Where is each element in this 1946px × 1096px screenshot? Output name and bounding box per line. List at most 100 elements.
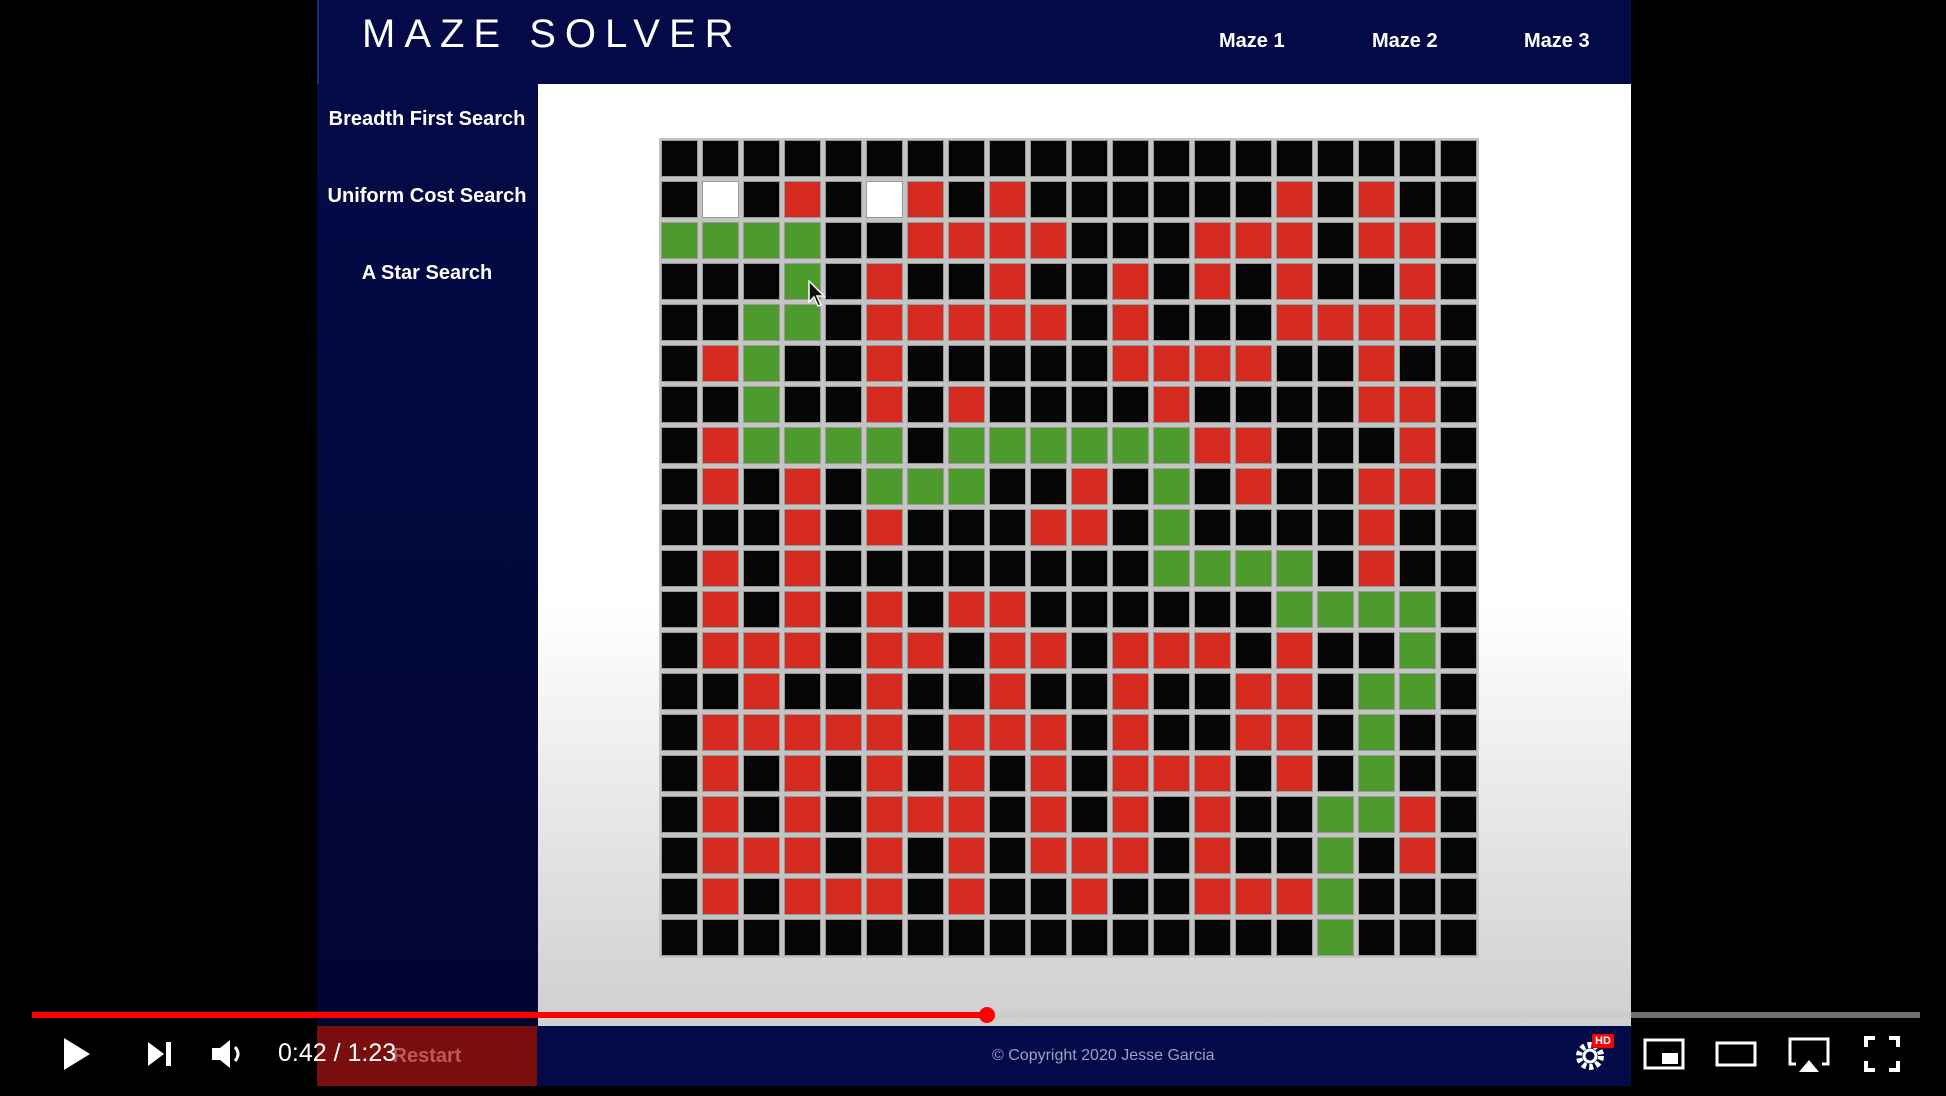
maze-cell-wall[interactable] [823, 466, 864, 507]
maze-cell-explored[interactable] [1028, 220, 1069, 261]
maze-cell-wall[interactable] [1192, 179, 1233, 220]
maze-cell-wall[interactable] [659, 343, 700, 384]
maze-cell-wall[interactable] [1192, 138, 1233, 179]
maze-cell-path[interactable] [1356, 753, 1397, 794]
maze-cell-explored[interactable] [987, 261, 1028, 302]
maze-cell-wall[interactable] [700, 138, 741, 179]
maze-cell-explored[interactable] [864, 753, 905, 794]
maze-cell-wall[interactable] [823, 630, 864, 671]
maze-cell-wall[interactable] [1438, 917, 1479, 958]
maze-cell-wall[interactable] [823, 835, 864, 876]
maze-cell-wall[interactable] [987, 384, 1028, 425]
maze-cell-wall[interactable] [1192, 917, 1233, 958]
maze-cell-wall[interactable] [823, 917, 864, 958]
maze-cell-explored[interactable] [1192, 220, 1233, 261]
maze-cell-explored[interactable] [1069, 876, 1110, 917]
maze-cell-wall[interactable] [1110, 384, 1151, 425]
maze-cell-explored[interactable] [1192, 630, 1233, 671]
maze-cell-explored[interactable] [905, 302, 946, 343]
maze-cell-wall[interactable] [905, 548, 946, 589]
maze-cell-wall[interactable] [1233, 630, 1274, 671]
maze-cell-explored[interactable] [782, 630, 823, 671]
maze-cell-wall[interactable] [1397, 179, 1438, 220]
maze-cell-wall[interactable] [741, 753, 782, 794]
maze-cell-explored[interactable] [1110, 753, 1151, 794]
maze-cell-wall[interactable] [659, 507, 700, 548]
maze-cell-explored[interactable] [1233, 466, 1274, 507]
maze-cell-wall[interactable] [1069, 548, 1110, 589]
maze-cell-explored[interactable] [905, 220, 946, 261]
maze-cell-wall[interactable] [1028, 876, 1069, 917]
maze-cell-path[interactable] [1315, 835, 1356, 876]
maze-cell-explored[interactable] [700, 466, 741, 507]
maze-cell-explored[interactable] [1028, 794, 1069, 835]
maze-cell-wall[interactable] [1356, 425, 1397, 466]
maze-cell-explored[interactable] [1069, 835, 1110, 876]
maze-cell-wall[interactable] [1233, 138, 1274, 179]
maze-cell-explored[interactable] [1274, 876, 1315, 917]
maze-cell-wall[interactable] [782, 917, 823, 958]
maze-cell-explored[interactable] [1233, 343, 1274, 384]
maze-cell-wall[interactable] [1028, 917, 1069, 958]
maze-cell-explored[interactable] [782, 712, 823, 753]
maze-cell-explored[interactable] [946, 753, 987, 794]
maze-cell-explored[interactable] [741, 671, 782, 712]
maze-cell-explored[interactable] [1274, 671, 1315, 712]
maze-cell-wall[interactable] [946, 179, 987, 220]
maze-cell-wall[interactable] [987, 343, 1028, 384]
maze-cell-wall[interactable] [1069, 302, 1110, 343]
maze-cell-wall[interactable] [987, 466, 1028, 507]
maze-cell-explored[interactable] [1233, 220, 1274, 261]
maze-cell-explored[interactable] [700, 630, 741, 671]
maze-cell-wall[interactable] [1192, 384, 1233, 425]
maze-cell-wall[interactable] [1151, 261, 1192, 302]
maze-cell-wall[interactable] [659, 179, 700, 220]
maze-cell-path[interactable] [1397, 630, 1438, 671]
maze-cell-wall[interactable] [741, 917, 782, 958]
maze-cell-explored[interactable] [700, 343, 741, 384]
maze-cell-wall[interactable] [1028, 384, 1069, 425]
maze-cell-wall[interactable] [823, 138, 864, 179]
maze-cell-wall[interactable] [987, 138, 1028, 179]
maze-cell-path[interactable] [741, 425, 782, 466]
maze-cell-wall[interactable] [1110, 876, 1151, 917]
maze-cell-explored[interactable] [1110, 712, 1151, 753]
maze-cell-wall[interactable] [1274, 425, 1315, 466]
maze-cell-explored[interactable] [823, 712, 864, 753]
maze-cell-explored[interactable] [864, 261, 905, 302]
maze-cell-explored[interactable] [1233, 876, 1274, 917]
maze-cell-explored[interactable] [1028, 630, 1069, 671]
maze-cell-wall[interactable] [905, 589, 946, 630]
maze-cell-explored[interactable] [741, 835, 782, 876]
maze-cell-explored[interactable] [1356, 302, 1397, 343]
maze-cell-wall[interactable] [905, 384, 946, 425]
maze-cell-explored[interactable] [1069, 466, 1110, 507]
maze-cell-wall[interactable] [741, 261, 782, 302]
maze-cell-wall[interactable] [1397, 753, 1438, 794]
maze-cell-explored[interactable] [946, 302, 987, 343]
maze-cell-wall[interactable] [1315, 548, 1356, 589]
maze-cell-path[interactable] [1315, 794, 1356, 835]
maze-cell-explored[interactable] [987, 712, 1028, 753]
maze-cell-wall[interactable] [1069, 261, 1110, 302]
maze-cell-explored[interactable] [1110, 671, 1151, 712]
maze-cell-explored[interactable] [1028, 712, 1069, 753]
maze-cell-explored[interactable] [946, 384, 987, 425]
maze-cell-wall[interactable] [1151, 794, 1192, 835]
maze-cell-wall[interactable] [1438, 589, 1479, 630]
maze-cell-wall[interactable] [741, 548, 782, 589]
maze-cell-path[interactable] [905, 466, 946, 507]
maze-cell-wall[interactable] [741, 794, 782, 835]
theater-icon[interactable] [1714, 1034, 1758, 1079]
airplay-icon[interactable] [1786, 1034, 1832, 1079]
maze-cell-explored[interactable] [946, 876, 987, 917]
maze-cell-wall[interactable] [1151, 712, 1192, 753]
maze-cell-explored[interactable] [864, 589, 905, 630]
maze-cell-wall[interactable] [946, 138, 987, 179]
maze-cell-wall[interactable] [1356, 917, 1397, 958]
maze-cell-explored[interactable] [905, 630, 946, 671]
maze-cell-wall[interactable] [1069, 343, 1110, 384]
maze-cell-wall[interactable] [1438, 179, 1479, 220]
maze-cell-wall[interactable] [905, 671, 946, 712]
maze-cell-wall[interactable] [987, 876, 1028, 917]
